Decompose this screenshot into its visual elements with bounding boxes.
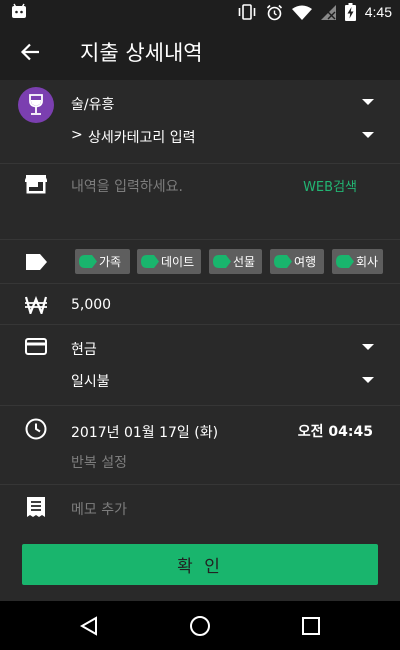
nav-back-icon — [79, 616, 97, 636]
vibrate-icon — [238, 4, 256, 20]
tag-chip-label: 여행 — [294, 255, 317, 269]
card-icon-wrap — [18, 328, 54, 364]
tag-chip-label: 회사 — [356, 255, 379, 269]
clock-icon — [25, 418, 47, 440]
tag-chip-label: 가족 — [99, 255, 122, 269]
repeat-setting-button[interactable]: 반복 설정 — [71, 452, 127, 472]
divider — [0, 163, 400, 164]
won-icon-wrap — [18, 287, 54, 323]
nav-home-icon — [190, 616, 210, 636]
tag-chip-icon — [141, 255, 159, 268]
subcategory-prefix: > — [71, 127, 83, 143]
tag-icon — [26, 254, 47, 270]
tag-chip-label: 선물 — [233, 255, 256, 269]
store-icon — [25, 175, 47, 194]
store-icon-wrap — [18, 166, 54, 202]
category-dropdown-icon[interactable] — [362, 99, 374, 105]
nav-recents-icon — [302, 617, 320, 635]
nav-back-button[interactable] — [74, 611, 104, 641]
tag-chip-icon — [336, 255, 354, 268]
installment-dropdown-icon[interactable] — [362, 377, 374, 383]
receipt-icon — [27, 497, 45, 517]
subcategory-select[interactable]: 상세카테고리 입력 — [88, 127, 196, 147]
tag-chip-travel[interactable]: 여행 — [270, 249, 324, 274]
tag-chip-icon — [213, 255, 231, 268]
tag-chip-icon — [274, 255, 292, 268]
tag-chip-family[interactable]: 가족 — [75, 249, 130, 274]
amount-input[interactable]: 5,000 — [71, 297, 111, 313]
divider — [0, 239, 400, 240]
memo-input[interactable]: 메모 추가 — [71, 499, 127, 519]
date-picker[interactable]: 2017년 01월 17일 (화) — [71, 422, 218, 442]
clock-icon-wrap — [18, 411, 54, 447]
time-picker[interactable]: 오전 04:45 — [298, 421, 373, 441]
wine-glass-icon — [29, 94, 43, 115]
divider — [0, 484, 400, 485]
system-nav-bar — [0, 601, 400, 650]
nav-home-button[interactable] — [185, 611, 215, 641]
won-currency-icon — [25, 296, 47, 314]
status-time: 4:45 — [364, 4, 392, 20]
installment-select[interactable]: 일시불 — [71, 371, 110, 391]
tag-icon-wrap — [18, 244, 54, 280]
back-button[interactable] — [0, 24, 60, 80]
tag-chip-date[interactable]: 데이트 — [137, 249, 201, 274]
no-signal-icon — [320, 4, 336, 20]
payment-method-select[interactable]: 현금 — [71, 339, 97, 359]
tag-chip-label: 데이트 — [161, 255, 195, 269]
confirm-button[interactable]: 확 인 — [22, 544, 378, 585]
page-title: 지출 상세내역 — [80, 41, 203, 65]
form-content — [0, 80, 400, 601]
credit-card-icon — [25, 337, 47, 355]
category-select[interactable]: 술/유흥 — [71, 94, 114, 114]
android-icon — [12, 3, 26, 18]
battery-charging-icon — [344, 3, 356, 21]
status-bar: 4:45 — [0, 0, 400, 24]
divider — [0, 283, 400, 284]
app-bar: 지출 상세내역 — [0, 24, 400, 80]
payment-method-dropdown-icon[interactable] — [362, 344, 374, 350]
tag-chip-icon — [79, 255, 97, 268]
memo-icon-wrap — [18, 489, 54, 525]
subcategory-dropdown-icon[interactable] — [362, 132, 374, 138]
nav-recents-button[interactable] — [296, 611, 326, 641]
divider — [0, 405, 400, 406]
tag-chip-gift[interactable]: 선물 — [209, 249, 262, 274]
description-input[interactable]: 내역을 입력하세요. — [71, 176, 183, 196]
tag-chip-company[interactable]: 회사 — [332, 249, 383, 274]
web-search-button[interactable]: WEB검색 — [303, 176, 357, 195]
arrow-back-icon — [20, 43, 39, 61]
divider — [0, 324, 400, 325]
alarm-icon — [266, 4, 282, 20]
category-avatar[interactable] — [18, 87, 54, 123]
wifi-icon — [291, 5, 312, 20]
